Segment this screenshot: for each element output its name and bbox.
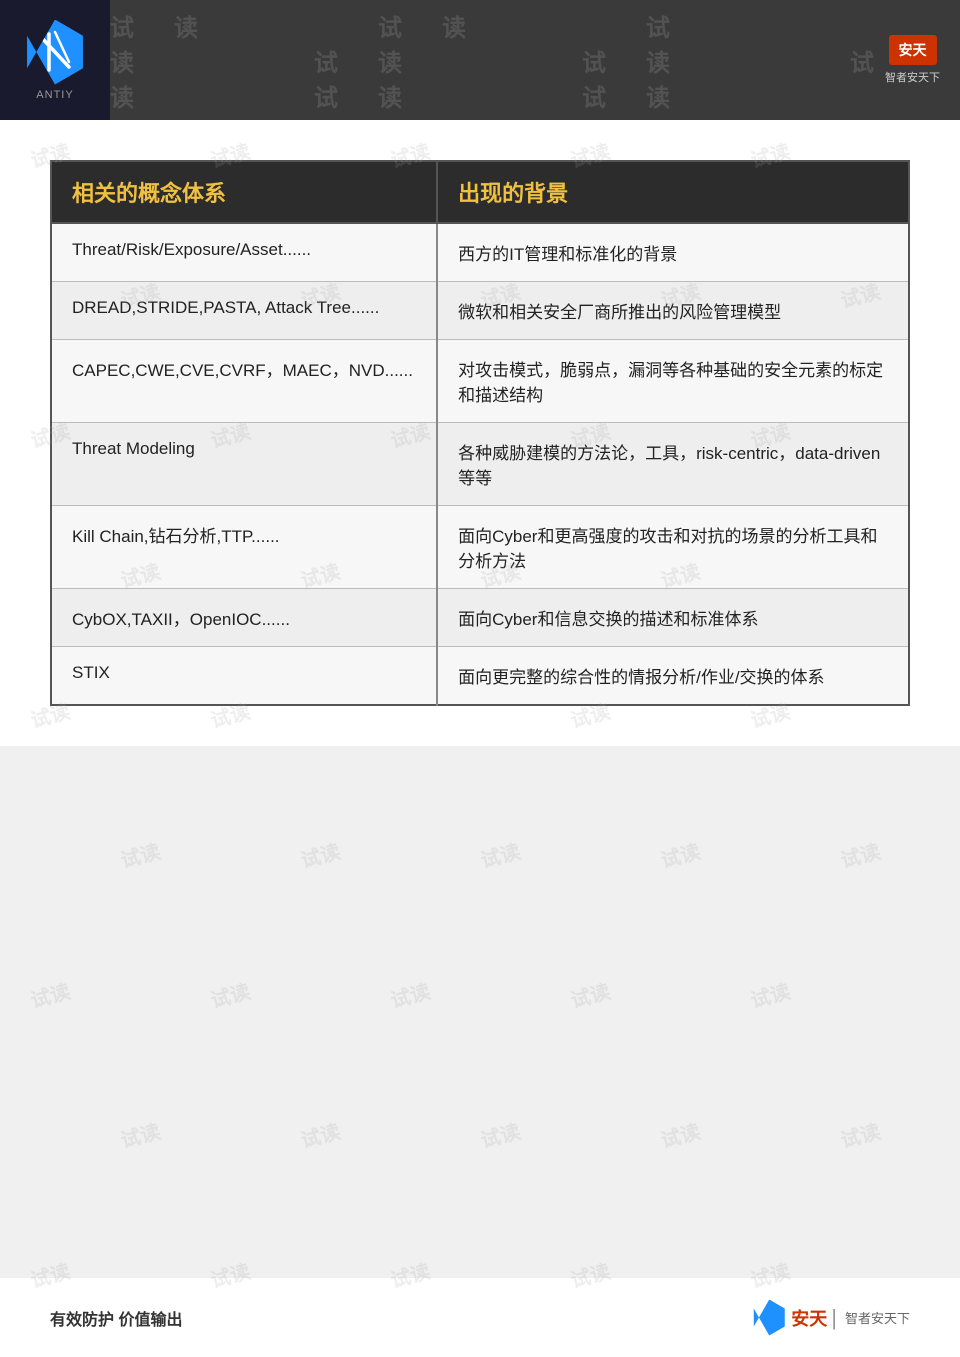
concept-cell: Kill Chain,钻石分析,TTP......	[51, 506, 437, 589]
table-row: Kill Chain,钻石分析,TTP......面向Cyber和更高强度的攻击…	[51, 506, 909, 589]
watermark-text: 试读	[567, 975, 613, 1013]
background-cell: 微软和相关安全厂商所推出的风险管理模型	[437, 282, 909, 340]
background-cell: 对攻击模式，脆弱点，漏洞等各种基础的安全元素的标定和描述结构	[437, 340, 909, 423]
main-content: 相关的概念体系 出现的背景 Threat/Risk/Exposure/Asset…	[0, 120, 960, 746]
background-cell: 西方的IT管理和标准化的背景	[437, 223, 909, 282]
table-row: Threat Modeling各种威胁建模的方法论，工具，risk-centri…	[51, 423, 909, 506]
concept-cell: CAPEC,CWE,CVE,CVRF，MAEC，NVD......	[51, 340, 437, 423]
watermark-text: 试读	[117, 835, 163, 873]
watermark-text: 试读	[27, 975, 73, 1013]
background-cell: 面向Cyber和更高强度的攻击和对抗的场景的分析工具和分析方法	[437, 506, 909, 589]
concept-cell: Threat Modeling	[51, 423, 437, 506]
concept-cell: STIX	[51, 647, 437, 706]
col2-header: 出现的背景	[437, 161, 909, 223]
concept-cell: DREAD,STRIDE,PASTA, Attack Tree......	[51, 282, 437, 340]
background-cell: 各种威胁建模的方法论，工具，risk-centric，data-driven等等	[437, 423, 909, 506]
watermark-text: 试读	[297, 835, 343, 873]
table-row: DREAD,STRIDE,PASTA, Attack Tree......微软和…	[51, 282, 909, 340]
concept-cell: Threat/Risk/Exposure/Asset......	[51, 223, 437, 282]
watermark-text: 试读	[837, 835, 883, 873]
header-watermark: 试读 试读 试读 试读 试读 试读 试读 试读	[110, 0, 960, 120]
watermark-text: 试读	[837, 1115, 883, 1153]
header-right-brand: 安天 智者安天下	[885, 35, 940, 85]
watermark-text: 试读	[387, 975, 433, 1013]
concept-table: 相关的概念体系 出现的背景 Threat/Risk/Exposure/Asset…	[50, 160, 910, 706]
footer-brand-name: 安天	[791, 1305, 827, 1331]
watermark-text: 试读	[477, 1115, 523, 1153]
background-cell: 面向Cyber和信息交换的描述和标准体系	[437, 589, 909, 647]
watermark-text: 试读	[657, 835, 703, 873]
table-row: CAPEC,CWE,CVE,CVRF，MAEC，NVD......对攻击模式，脆…	[51, 340, 909, 423]
footer-slogan: 有效防护 价值输出	[50, 1306, 182, 1330]
table-row: CybOX,TAXII，OpenIOC......面向Cyber和信息交换的描述…	[51, 589, 909, 647]
table-row: Threat/Risk/Exposure/Asset......西方的IT管理和…	[51, 223, 909, 282]
col1-header: 相关的概念体系	[51, 161, 437, 223]
page-header: ANTIY 试读 试读 试读 试读 试读 试读 试读 试读 安天 智者安天下	[0, 0, 960, 120]
footer-brand: 安天 | 智者安天下	[751, 1300, 910, 1336]
background-cell: 面向更完整的综合性的情报分析/作业/交换的体系	[437, 647, 909, 706]
logo-area: ANTIY	[0, 0, 110, 120]
table-row: STIX面向更完整的综合性的情报分析/作业/交换的体系	[51, 647, 909, 706]
footer-sub-brand: 智者安天下	[845, 1308, 910, 1327]
brand-badge: 安天	[889, 35, 937, 65]
page-footer: 有效防护 价值输出 安天 | 智者安天下	[0, 1277, 960, 1357]
logo-label: ANTIY	[36, 89, 73, 101]
watermark-text: 试读	[297, 1115, 343, 1153]
watermark-text: 试读	[747, 975, 793, 1013]
concept-cell: CybOX,TAXII，OpenIOC......	[51, 589, 437, 647]
header-sub-brand: 智者安天下	[885, 69, 940, 85]
watermark-text: 试读	[477, 835, 523, 873]
watermark-text: 试读	[207, 975, 253, 1013]
footer-logo-hex	[751, 1300, 787, 1336]
watermark-text: 试读	[657, 1115, 703, 1153]
watermark-text: 试读	[117, 1115, 163, 1153]
logo-hexagon	[23, 20, 88, 85]
